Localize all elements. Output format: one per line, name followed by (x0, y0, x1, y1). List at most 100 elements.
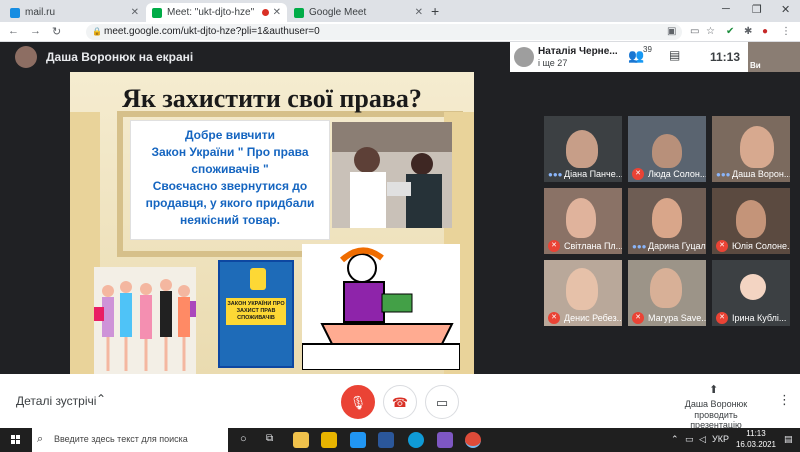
participant-video (566, 198, 596, 238)
slide-title: Як захистити свої права? (122, 84, 422, 113)
hang-up-icon: ☎ (391, 395, 409, 410)
viber-icon[interactable] (437, 432, 453, 448)
speaking-indicator-icon: ●●● (716, 170, 731, 179)
shop-photo (332, 122, 452, 228)
speaking-indicator-icon: ●●● (632, 242, 647, 251)
top-participant-more: і ще 27 (538, 58, 568, 68)
tab-title: mail.ru (25, 7, 56, 18)
mic-muted-icon: ✕ (632, 168, 644, 180)
address-bar[interactable]: 🔒 meet.google.com/ukt-djto-hze?pli=1&aut… (86, 24, 682, 40)
people-count-badge: 39 (643, 45, 652, 54)
chevron-up-icon[interactable]: ⌃ (96, 392, 106, 406)
presenting-name: Даша Воронюк (684, 399, 748, 409)
profile-avatar-icon[interactable]: ● (762, 26, 768, 37)
close-icon[interactable]: ✕ (273, 7, 281, 18)
meeting-clock: 11:13 (710, 50, 741, 64)
slide-text-line: Своєчасно звернутися до (152, 179, 308, 193)
participant-tile[interactable]: ●●● Дарина Гуцал (628, 188, 706, 254)
tab-title: Meet: "ukt-djto-hze" (167, 7, 255, 18)
cast-icon[interactable]: ▭ (690, 26, 699, 37)
participant-name: Ірина Кублі... (732, 313, 787, 323)
participant-tile[interactable]: ✕ Люда Солон... (628, 116, 706, 182)
cortana-icon[interactable]: ○ (240, 433, 247, 445)
windows-start-icon[interactable] (11, 435, 21, 445)
participant-video (650, 268, 682, 308)
presenting-status: проводить презентацію (690, 410, 742, 430)
extension-check-icon[interactable]: ✔ (726, 26, 734, 37)
mic-muted-icon: ✕ (632, 312, 644, 324)
participant-tile[interactable]: ✕ Світлана Пл... (544, 188, 622, 254)
back-arrow-icon[interactable]: ← (8, 25, 19, 37)
camera-permission-icon[interactable]: ▣ (667, 26, 676, 37)
new-tab-icon[interactable]: + (431, 3, 439, 19)
participant-tile[interactable]: ●●● Діана Панче... (544, 116, 622, 182)
top-participant-name: Наталія Черне... (538, 46, 618, 57)
participant-tile[interactable]: ✕ Юлія Солоне... (712, 188, 790, 254)
camera-toggle-button[interactable]: ▭ (425, 385, 459, 419)
participant-name: Світлана Пл... (564, 241, 622, 251)
trident-emblem-icon (250, 268, 266, 290)
more-options-icon[interactable]: ⋮ (778, 392, 791, 408)
recording-indicator-icon (261, 9, 269, 16)
close-icon[interactable]: ✕ (131, 7, 139, 18)
participant-video (652, 198, 682, 238)
browser-toolbar: ← → ↻ 🔒 meet.google.com/ukt-djto-hze?pli… (0, 22, 800, 42)
slide-text-line: Закон України " Про права (151, 145, 309, 159)
extensions-puzzle-icon[interactable]: ✱ (744, 26, 752, 37)
tab-title: Google Meet (309, 7, 367, 18)
speaking-indicator-icon: ●●● (548, 170, 563, 179)
participant-name: Діана Панче... (564, 169, 622, 179)
taskbar-date[interactable]: 16.03.2021 (735, 440, 777, 449)
present-screen-icon[interactable]: ⬆ (709, 383, 718, 396)
forward-arrow-icon[interactable]: → (30, 25, 41, 37)
volume-icon[interactable]: ◁ (699, 434, 706, 445)
window-close-icon[interactable]: ✕ (781, 3, 790, 16)
meeting-details-button[interactable]: Деталі зустрічі (16, 394, 96, 408)
chrome-icon[interactable] (465, 432, 481, 448)
tray-chevron-icon[interactable]: ⌃ (671, 434, 679, 445)
tab-mail[interactable]: mail.ru ✕ (4, 3, 145, 22)
shop-photo-art (332, 122, 452, 228)
meet-bottom-bar: Деталі зустрічі ⌃ 🎙 ☎ ▭ ⬆ Даша Воронюк п… (0, 374, 800, 430)
participant-tile[interactable]: ✕ Ірина Кублі... (712, 260, 790, 326)
taskbar-time[interactable]: 11:13 (735, 429, 777, 438)
leave-call-button[interactable]: ☎ (383, 385, 417, 419)
participant-tile[interactable]: ✕ Денис Ребез... (544, 260, 622, 326)
word-icon[interactable] (378, 432, 394, 448)
mic-muted-icon: ✕ (548, 240, 560, 252)
minimize-icon[interactable]: ─ (722, 3, 730, 15)
camera-icon: ▭ (435, 395, 449, 410)
presenter-banner: Даша Воронюк на екрані (46, 50, 194, 64)
bookmark-star-icon[interactable]: ☆ (706, 26, 715, 37)
chat-icon[interactable]: ▤ (669, 48, 680, 62)
presenter-avatar (15, 46, 37, 68)
participant-tile[interactable]: ●●● Даша Ворон... (712, 116, 790, 182)
edge-icon[interactable] (408, 432, 424, 448)
participant-avatar (740, 274, 766, 300)
reload-icon[interactable]: ↻ (52, 25, 61, 38)
tab-meet-active[interactable]: Meet: "ukt-djto-hze" ✕ (146, 3, 287, 22)
app-triangle-icon[interactable] (321, 432, 337, 448)
taskbar-search-box[interactable]: ⌕ Введите здесь текст для поиска (32, 428, 228, 452)
browser-tab-strip: mail.ru ✕ Meet: "ukt-djto-hze" ✕ Google … (0, 0, 800, 22)
participant-name: Дарина Гуцал (648, 241, 706, 251)
file-explorer-icon[interactable] (293, 432, 309, 448)
network-icon[interactable]: ▭ (685, 434, 694, 445)
maximize-icon[interactable]: ❐ (752, 3, 762, 16)
people-icon[interactable]: 👥 (628, 48, 644, 64)
windows-taskbar: ⌕ Введите здесь текст для поиска ○ ⧉ ⌃ ▭… (0, 428, 800, 452)
self-view-tile[interactable]: Ви (748, 42, 800, 72)
participant-name: Даша Ворон... (732, 169, 790, 179)
self-label: Ви (750, 61, 761, 70)
close-icon[interactable]: ✕ (415, 7, 423, 18)
browser-menu-icon[interactable]: ⋮ (781, 26, 791, 37)
task-view-icon[interactable]: ⧉ (266, 433, 273, 444)
notifications-icon[interactable]: ▤ (784, 434, 793, 445)
app-box-icon[interactable] (350, 432, 366, 448)
participant-tile[interactable]: ✕ Магура Save... (628, 260, 706, 326)
mic-off-icon: 🎙 (349, 395, 367, 410)
participant-name: Люда Солон... (648, 169, 706, 179)
mic-toggle-button[interactable]: 🎙 (341, 385, 375, 419)
language-indicator[interactable]: УКР (712, 434, 729, 444)
tab-google-meet[interactable]: Google Meet ✕ (288, 3, 429, 22)
